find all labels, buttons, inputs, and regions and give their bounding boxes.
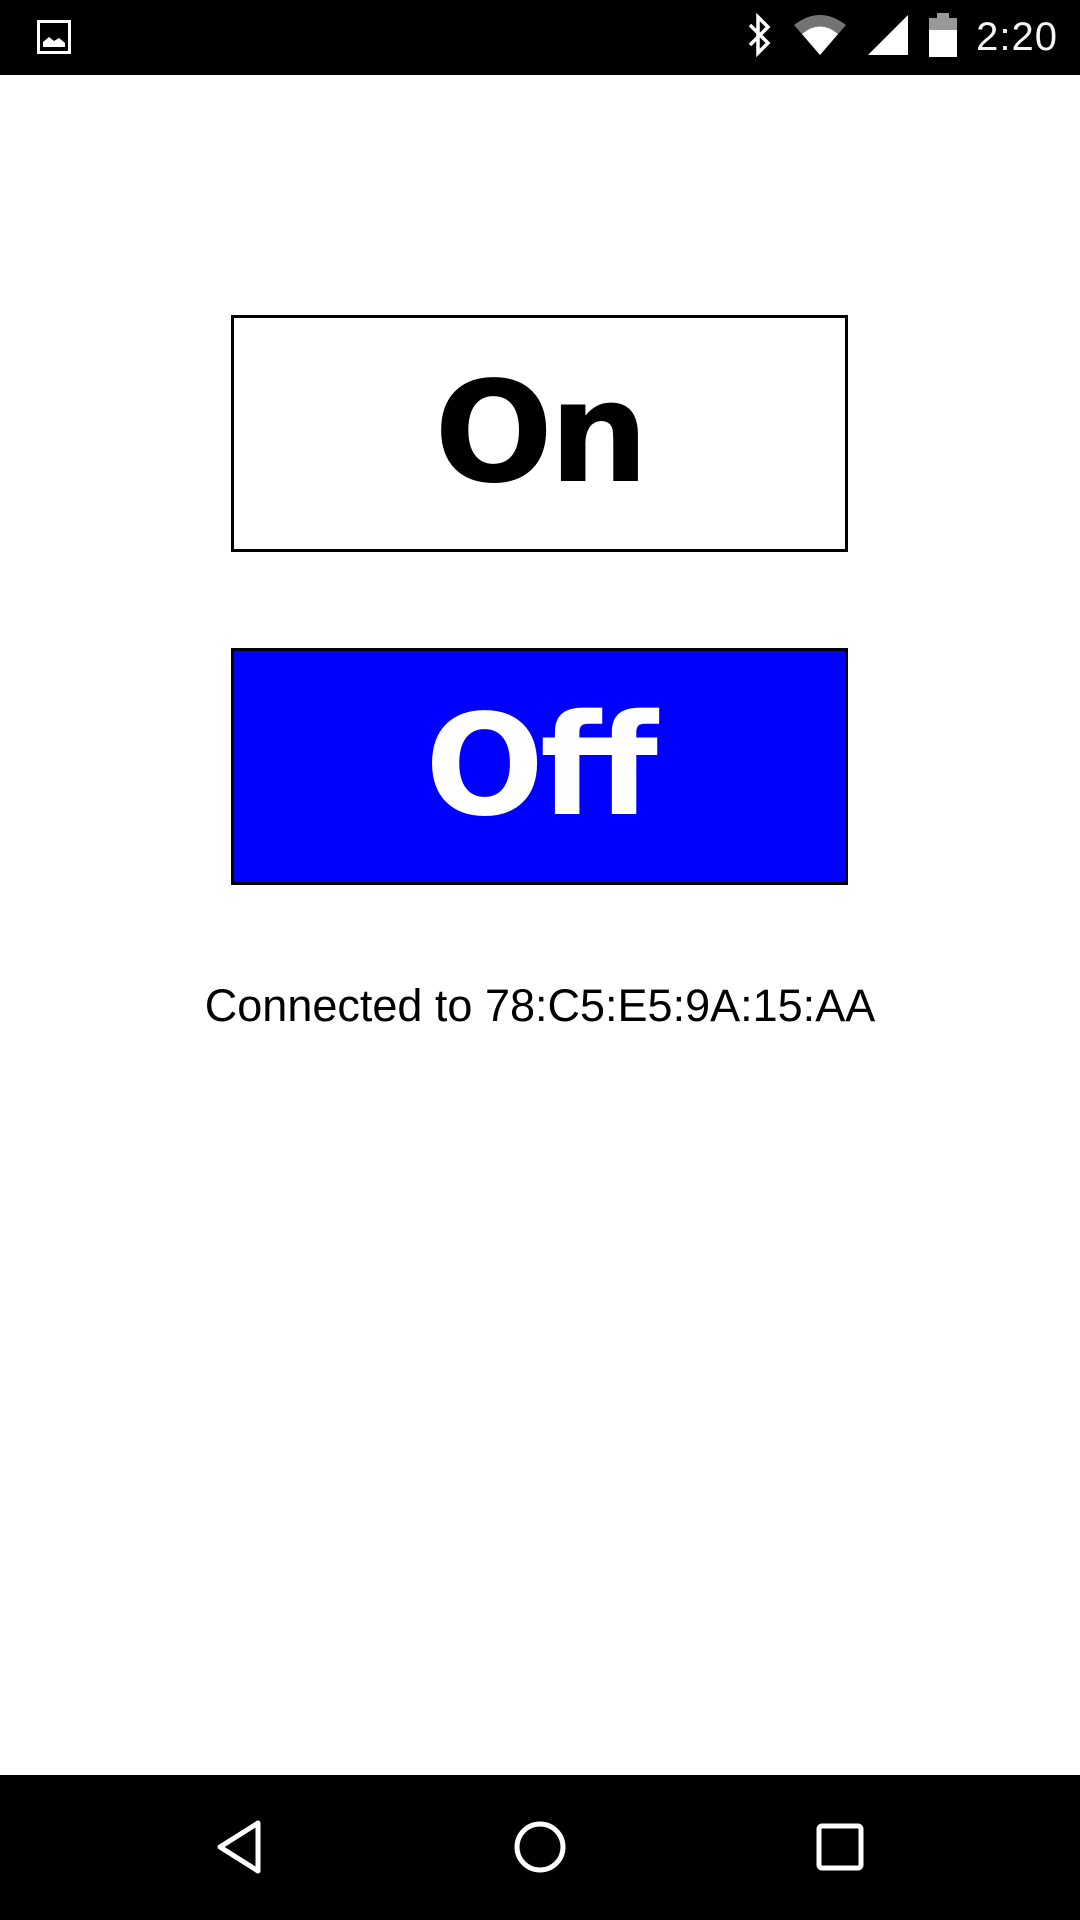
status-icons: 2:20 bbox=[744, 0, 1058, 75]
navigation-bar bbox=[0, 1775, 1080, 1920]
clock: 2:20 bbox=[976, 15, 1058, 59]
image-icon bbox=[37, 20, 71, 54]
home-icon[interactable] bbox=[490, 1797, 590, 1897]
on-button[interactable]: On bbox=[231, 315, 848, 552]
back-icon[interactable] bbox=[190, 1797, 290, 1897]
battery-icon bbox=[928, 12, 958, 63]
main-content: On Off Connected to 78:C5:E5:9A:15:AA bbox=[0, 75, 1080, 1775]
bluetooth-icon bbox=[744, 12, 774, 62]
wifi-icon bbox=[792, 13, 848, 62]
status-bar: 2:20 bbox=[0, 0, 1080, 75]
off-button[interactable]: Off bbox=[231, 648, 848, 885]
cell-signal-icon bbox=[866, 13, 910, 62]
recents-icon[interactable] bbox=[790, 1797, 890, 1897]
connection-status: Connected to 78:C5:E5:9A:15:AA bbox=[204, 980, 876, 1031]
